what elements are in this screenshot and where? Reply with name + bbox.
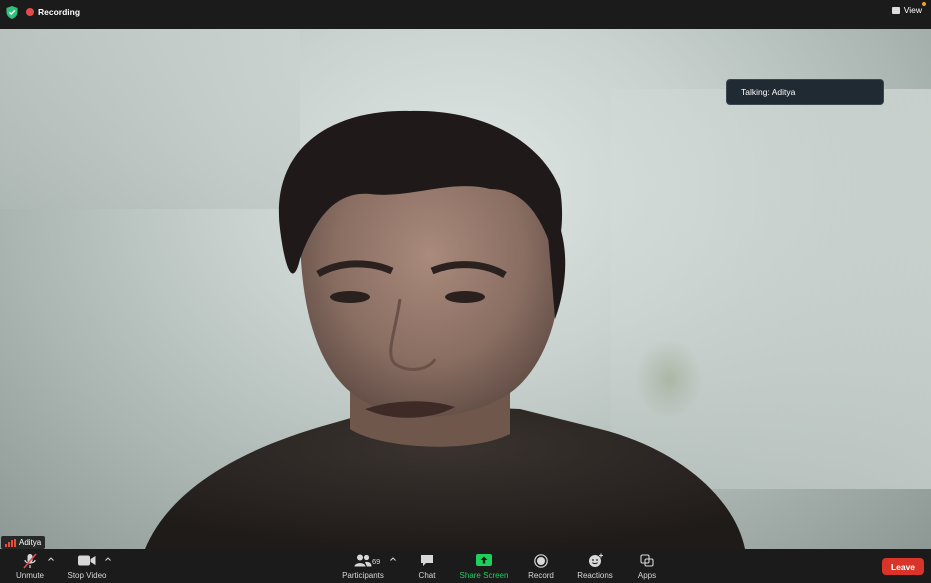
unmute-label: Unmute (15, 571, 44, 580)
reactions-label: Reactions (577, 571, 613, 580)
stop-video-label: Stop Video (67, 571, 107, 580)
reactions-button[interactable]: Reactions (574, 549, 616, 583)
video-options-chevron-up-icon[interactable] (104, 555, 112, 563)
apps-label: Apps (637, 571, 657, 580)
reactions-smiley-icon (589, 553, 603, 567)
share-screen-label: Share Screen (459, 571, 509, 580)
view-label: View (903, 5, 922, 15)
chat-label: Chat (418, 571, 436, 580)
audio-options-chevron-up-icon[interactable] (47, 555, 55, 563)
talking-text: Talking: Aditya (741, 87, 796, 97)
view-grid-icon (891, 6, 900, 14)
participant-video-feed (145, 110, 745, 549)
participant-name-tag: Aditya (1, 536, 46, 549)
view-button[interactable]: View (891, 2, 926, 15)
record-icon (534, 554, 548, 568)
participant-name: Aditya (19, 538, 42, 547)
record-label: Record (528, 571, 554, 580)
video-camera-icon (78, 555, 96, 566)
talking-banner: Talking: Aditya (726, 79, 884, 105)
audio-level-icon (5, 538, 16, 547)
active-speaker-video: Talking: Aditya (0, 29, 931, 549)
meeting-toolbar: Unmute Stop Video Participants 69 Chat S… (0, 549, 931, 583)
participants-options-chevron-up-icon[interactable] (389, 555, 397, 563)
apps-icon (640, 554, 654, 567)
participants-icon (354, 554, 372, 567)
notification-dot (922, 2, 926, 6)
share-screen-arrow-icon (476, 554, 492, 566)
top-bar: Recording View (0, 0, 931, 29)
recording-indicator[interactable]: Recording (26, 4, 80, 19)
share-screen-button[interactable]: Share Screen (456, 549, 512, 583)
recording-dot-icon (26, 7, 34, 16)
leave-label: Leave (890, 561, 916, 572)
participants-count-badge: 69 (372, 557, 381, 566)
recording-label: Recording (38, 6, 81, 17)
chat-bubble-icon (421, 555, 433, 566)
unmute-button[interactable]: Unmute (10, 549, 50, 583)
record-button[interactable]: Record (524, 549, 558, 583)
security-shield-icon[interactable] (6, 6, 18, 19)
leave-button[interactable]: Leave (882, 558, 924, 575)
microphone-muted-icon (23, 553, 37, 569)
participants-button[interactable]: Participants (338, 549, 388, 583)
apps-button[interactable]: Apps (632, 549, 662, 583)
participants-label: Participants (342, 571, 384, 580)
chat-button[interactable]: Chat (412, 549, 442, 583)
